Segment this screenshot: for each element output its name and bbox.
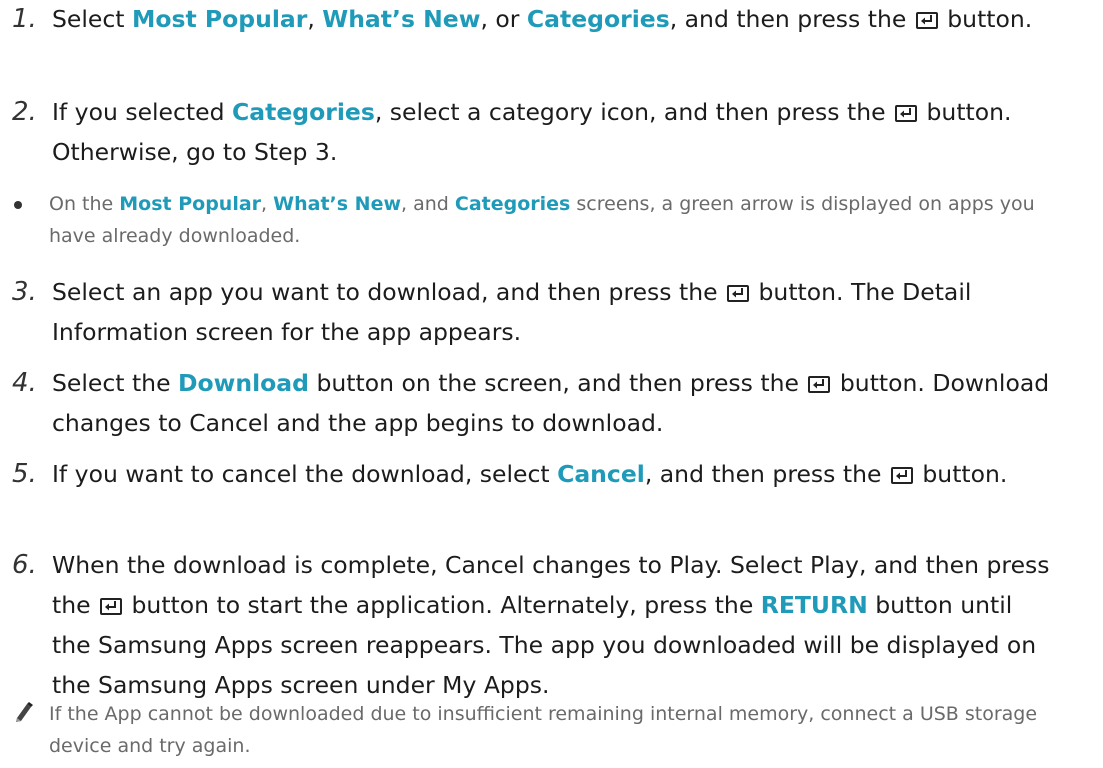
step-text: When the download is complete, Cancel ch… xyxy=(52,545,1052,705)
text-run: Select the xyxy=(52,369,179,397)
step-1: 1. Select Most Popular, What’s New, or C… xyxy=(12,0,1052,39)
text-run: , xyxy=(261,193,274,215)
pencil-note: If the App cannot be downloaded due to i… xyxy=(12,698,1072,762)
highlighted-term: Cancel xyxy=(557,460,645,488)
step-2: 2. If you selected Categories, select a … xyxy=(12,92,1052,172)
highlighted-term: Download xyxy=(178,369,309,397)
step-number: 2. xyxy=(12,97,37,127)
highlighted-term: RETURN xyxy=(760,591,868,619)
step-text: If you selected Categories, select a cat… xyxy=(52,92,1052,172)
step-text: Select an app you want to download, and … xyxy=(52,272,1052,352)
step-number: 3. xyxy=(12,277,37,307)
text-run: If the App cannot be downloaded due to i… xyxy=(49,703,1038,757)
step-number: 5. xyxy=(12,459,37,489)
step-6: 6. When the download is complete, Cancel… xyxy=(12,545,1052,705)
highlighted-term: Categories xyxy=(526,5,670,33)
text-run: , and then press the xyxy=(644,460,889,488)
text-run: If you want to cancel the download, sele… xyxy=(52,460,558,488)
step-3: 3. Select an app you want to download, a… xyxy=(12,272,1052,352)
text-run: button to start the application. Alterna… xyxy=(124,591,761,619)
text-run: On the xyxy=(49,193,120,215)
bullet-icon xyxy=(14,201,22,209)
text-run: Select xyxy=(52,5,132,33)
enter-button-icon xyxy=(895,105,918,122)
note-text: On the Most Popular, What’s New, and Cat… xyxy=(49,188,1072,252)
text-run: , xyxy=(307,5,323,33)
bullet-note: On the Most Popular, What’s New, and Cat… xyxy=(12,188,1072,252)
step-number: 1. xyxy=(12,4,37,34)
step-5: 5. If you want to cancel the download, s… xyxy=(12,454,1052,494)
text-run: , or xyxy=(480,5,527,33)
highlighted-term: Most Popular xyxy=(119,193,262,215)
text-run: Select an app you want to download, and … xyxy=(52,278,726,306)
text-run: If you selected xyxy=(52,98,232,126)
step-text: Select the Download button on the screen… xyxy=(52,363,1052,443)
step-number: 6. xyxy=(12,550,37,580)
highlighted-term: Categories xyxy=(454,193,571,215)
highlighted-term: What’s New xyxy=(322,5,481,33)
text-run: , and then press the xyxy=(669,5,914,33)
highlighted-term: Most Popular xyxy=(131,5,308,33)
text-run: button. xyxy=(939,5,1033,33)
manual-page: 1. Select Most Popular, What’s New, or C… xyxy=(0,0,1103,768)
step-text: If you want to cancel the download, sele… xyxy=(52,454,1052,494)
text-run: button on the screen, and then press the xyxy=(309,369,807,397)
step-text: Select Most Popular, What’s New, or Cate… xyxy=(52,0,1052,39)
text-run: button. xyxy=(914,460,1008,488)
note-text: If the App cannot be downloaded due to i… xyxy=(49,698,1072,762)
step-4: 4. Select the Download button on the scr… xyxy=(12,363,1052,443)
enter-button-icon xyxy=(100,598,123,615)
enter-button-icon xyxy=(915,12,938,29)
text-run: , select a category icon, and then press… xyxy=(374,98,894,126)
text-run: , and xyxy=(401,193,455,215)
highlighted-term: Categories xyxy=(232,98,375,126)
step-number: 4. xyxy=(12,368,37,398)
enter-button-icon xyxy=(890,467,913,484)
enter-button-icon xyxy=(808,376,831,393)
highlighted-term: What’s New xyxy=(273,193,402,215)
pencil-icon xyxy=(12,701,34,733)
enter-button-icon xyxy=(727,285,750,302)
